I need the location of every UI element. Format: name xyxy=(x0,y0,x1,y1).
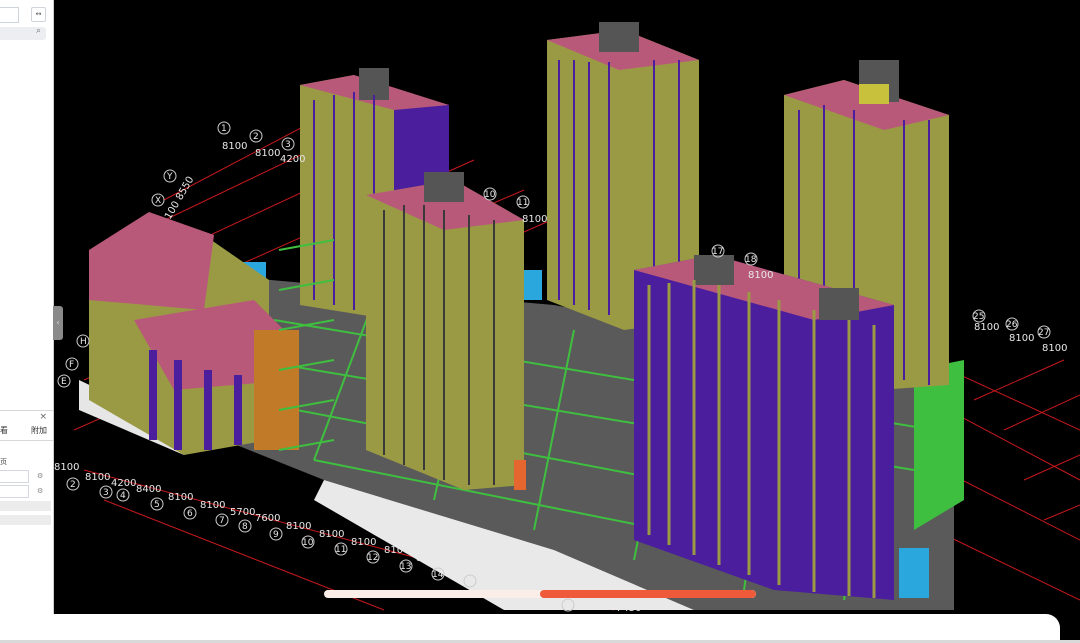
svg-text:12: 12 xyxy=(367,553,378,563)
svg-text:8: 8 xyxy=(242,522,248,532)
axis-bubble: E xyxy=(61,377,67,387)
axis-dimension: 8100 xyxy=(1009,333,1034,344)
panel-field[interactable] xyxy=(0,485,29,498)
panel-row xyxy=(0,501,51,511)
progress-slider[interactable] xyxy=(324,590,756,598)
svg-text:14: 14 xyxy=(432,570,444,580)
svg-text:8100: 8100 xyxy=(200,500,225,511)
tower-5 xyxy=(634,255,894,600)
svg-text:8100: 8100 xyxy=(416,553,441,564)
svg-text:7600: 7600 xyxy=(255,513,280,524)
search-icon: ⌕ xyxy=(35,26,41,36)
axis-bubble: F xyxy=(69,360,74,370)
svg-text:8100: 8100 xyxy=(54,462,79,473)
settings-gear-icon[interactable]: ⚙ xyxy=(37,472,43,480)
svg-text:8100: 8100 xyxy=(481,569,506,580)
svg-text:4200: 4200 xyxy=(111,478,136,489)
svg-text:11: 11 xyxy=(335,545,346,555)
axis-bubble: 17 xyxy=(712,247,723,257)
svg-text:15: 15 xyxy=(464,577,475,587)
axis-bubble: Y xyxy=(166,172,173,182)
svg-text:8100: 8100 xyxy=(351,537,376,548)
svg-text:8100: 8100 xyxy=(286,521,311,532)
axis-dimension: 8100 xyxy=(748,270,773,281)
svg-text:6: 6 xyxy=(187,509,193,519)
svg-text:2: 2 xyxy=(70,480,76,490)
svg-text:13: 13 xyxy=(400,562,411,572)
settings-gear-icon[interactable]: ⚙ xyxy=(37,487,43,495)
axis-bubble: 1 xyxy=(221,124,227,134)
bottom-sheet xyxy=(0,614,1060,643)
svg-text:9: 9 xyxy=(273,530,279,540)
axis-bubble: H xyxy=(80,337,87,347)
svg-text:8100: 8100 xyxy=(85,472,110,483)
axis-dimension: 8100 xyxy=(522,214,547,225)
svg-text:18: 18 xyxy=(562,601,574,611)
panel-field[interactable] xyxy=(0,470,29,483)
progress-fill xyxy=(540,590,756,598)
svg-text:8100: 8100 xyxy=(319,529,344,540)
panel-row-label: 页 xyxy=(0,458,7,466)
axis-dimension: 8100 xyxy=(222,141,247,152)
axis-bubble: 11 xyxy=(517,198,528,208)
svg-text:8100: 8100 xyxy=(448,561,473,572)
axis-bubble: X xyxy=(155,196,161,206)
axis-dimension: 8100 xyxy=(1042,343,1067,354)
svg-text:7: 7 xyxy=(219,516,225,526)
axis-bubble: 26 xyxy=(1006,320,1018,330)
panel-expand-button[interactable]: ↔ xyxy=(31,7,46,22)
axis-bubble: 25 xyxy=(973,312,984,322)
panel-divider xyxy=(0,440,53,441)
panel-tab-attach[interactable]: 附加 xyxy=(31,425,47,436)
axis-bubble: 27 xyxy=(1038,328,1049,338)
svg-text:8100: 8100 xyxy=(168,492,193,503)
axis-dimension: 8100 xyxy=(974,322,999,333)
svg-text:5: 5 xyxy=(154,500,160,510)
axis-bubble: 2 xyxy=(253,132,259,142)
svg-text:5700: 5700 xyxy=(230,507,255,518)
left-side-panel: ↔ ⌕ × 看 附加 页 ⚙ ⚙ xyxy=(0,0,54,614)
panel-divider xyxy=(0,410,53,411)
panel-close-icon[interactable]: × xyxy=(39,412,47,422)
axis-dimension: 8100 xyxy=(255,148,280,159)
svg-text:3: 3 xyxy=(103,488,109,498)
panel-row xyxy=(0,515,51,525)
svg-text:8100: 8100 xyxy=(384,545,409,556)
svg-text:10: 10 xyxy=(302,538,314,548)
axis-bubble: 18 xyxy=(745,255,757,265)
axis-dimension: 4200 xyxy=(280,154,305,165)
panel-tab-view[interactable]: 看 xyxy=(0,425,8,436)
svg-text:8400: 8400 xyxy=(136,484,161,495)
axis-bubble: 10 xyxy=(484,190,496,200)
panel-search-input[interactable]: ⌕ xyxy=(0,26,46,40)
svg-text:7450: 7450 xyxy=(616,603,641,614)
3d-model-viewport[interactable]: 1 2 3 8100 8100 4200 10 11 8100 17 18 81… xyxy=(54,0,1080,614)
svg-text:4: 4 xyxy=(120,491,126,501)
panel-top-input[interactable] xyxy=(0,7,19,23)
axis-bubble: 3 xyxy=(285,140,291,150)
